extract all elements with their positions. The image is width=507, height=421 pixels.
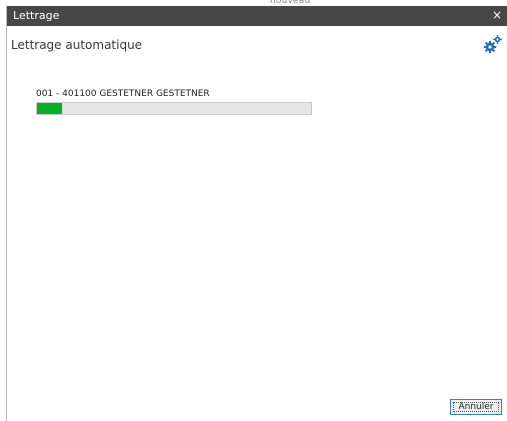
dialog-title: Lettrage (13, 9, 60, 22)
gears-icon[interactable] (483, 34, 503, 54)
page-title: Lettrage automatique (11, 38, 143, 52)
progress-bar (36, 102, 312, 115)
cancel-button-label: Annuler (453, 402, 499, 412)
task-label: 001 - 401100 GESTETNER GESTETNER (36, 89, 210, 99)
progress-bar-fill (37, 103, 62, 114)
lettrage-dialog: Lettrage × Lettrage automatique 001 - 40… (6, 6, 507, 421)
dialog-titlebar[interactable]: Lettrage × (7, 6, 507, 26)
close-icon[interactable]: × (492, 8, 502, 22)
cancel-button[interactable]: Annuler (450, 399, 502, 415)
